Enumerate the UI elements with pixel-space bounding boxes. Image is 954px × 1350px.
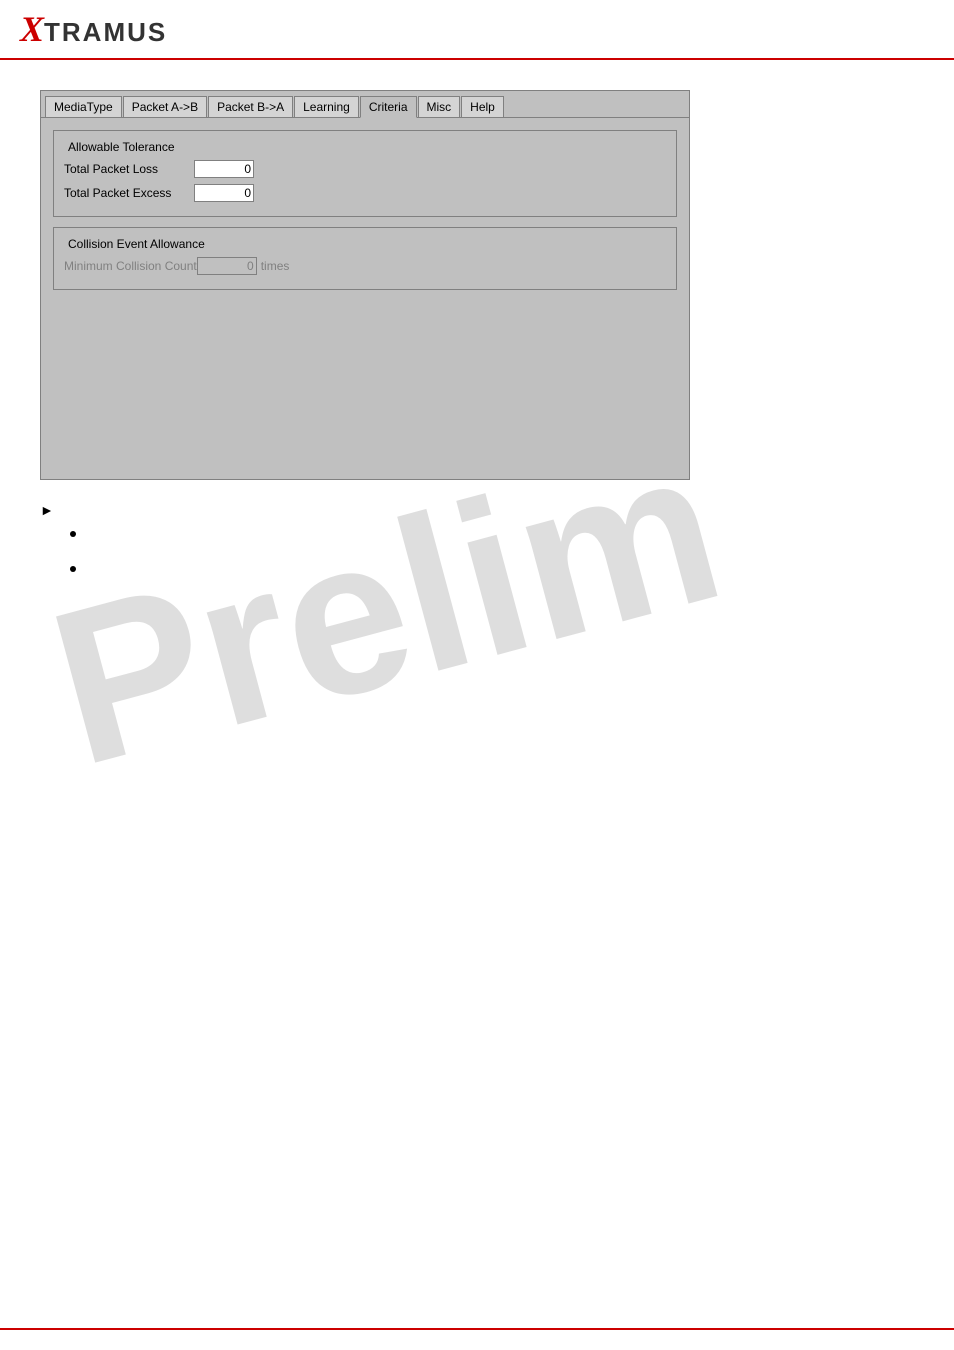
footer — [0, 1328, 954, 1330]
total-packet-loss-label: Total Packet Loss — [64, 162, 194, 176]
tab-criteria[interactable]: Criteria — [360, 96, 417, 118]
tab-misc[interactable]: Misc — [418, 96, 461, 117]
tab-help[interactable]: Help — [461, 96, 504, 117]
logo: X TRAMUS — [20, 8, 167, 50]
dialog-panel: MediaType Packet A->B Packet B->A Learni… — [40, 90, 690, 480]
collision-event-legend: Collision Event Allowance — [64, 237, 209, 251]
total-packet-excess-row: Total Packet Excess — [64, 184, 666, 202]
note-arrow: ► — [40, 500, 914, 518]
minimum-collision-label: Minimum Collision Count — [64, 259, 197, 273]
total-packet-loss-row: Total Packet Loss — [64, 160, 666, 178]
bullet-points — [70, 526, 914, 572]
bullet-dot-2 — [70, 566, 76, 572]
header: X TRAMUS — [0, 0, 954, 60]
bullet-dot-1 — [70, 531, 76, 537]
total-packet-excess-input[interactable] — [194, 184, 254, 202]
minimum-collision-input — [197, 257, 257, 275]
total-packet-excess-label: Total Packet Excess — [64, 186, 194, 200]
tab-learning[interactable]: Learning — [294, 96, 359, 117]
panel-content: Allowable Tolerance Total Packet Loss To… — [41, 118, 689, 312]
allowable-tolerance-legend: Allowable Tolerance — [64, 140, 179, 154]
tab-mediatype[interactable]: MediaType — [45, 96, 122, 117]
total-packet-loss-input[interactable] — [194, 160, 254, 178]
arrow-symbol: ► — [40, 502, 54, 518]
bullet-item-1 — [70, 526, 914, 537]
allowable-tolerance-group: Allowable Tolerance Total Packet Loss To… — [53, 130, 677, 217]
tab-packet-btoa[interactable]: Packet B->A — [208, 96, 293, 117]
main-content: MediaType Packet A->B Packet B->A Learni… — [0, 60, 954, 626]
logo-tramus: TRAMUS — [44, 17, 167, 48]
bullet-item-2 — [70, 561, 914, 572]
notes-section: ► — [40, 500, 914, 572]
collision-event-group: Collision Event Allowance Minimum Collis… — [53, 227, 677, 290]
logo-x: X — [20, 8, 44, 50]
collision-unit: times — [261, 259, 290, 273]
tab-packet-atob[interactable]: Packet A->B — [123, 96, 207, 117]
minimum-collision-row: Minimum Collision Count times — [64, 257, 666, 275]
tab-bar: MediaType Packet A->B Packet B->A Learni… — [41, 91, 689, 118]
